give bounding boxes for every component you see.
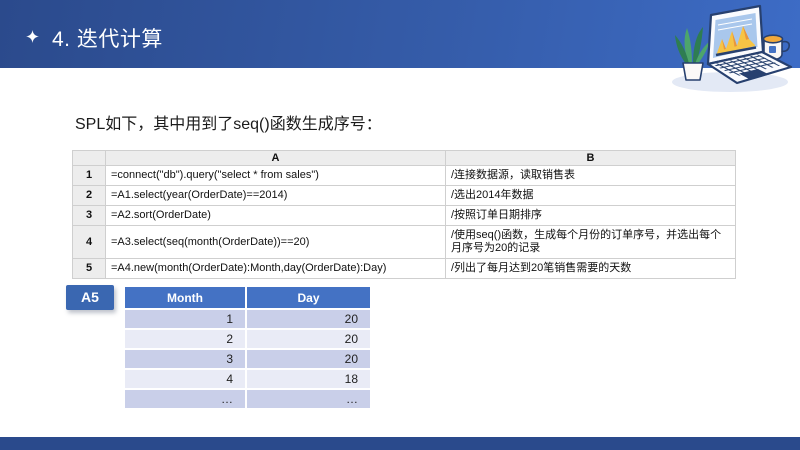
intro-text: SPL如下，其中用到了seq()函数生成序号： (75, 116, 382, 133)
spl-code-cell: =A2.sort(OrderDate) (105, 205, 446, 226)
plant-icon (675, 27, 710, 81)
day-cell: 20 (245, 328, 372, 350)
result-row: 2 20 (123, 328, 372, 350)
a5-result-table: Month Day 1 20 2 20 3 20 4 18 … … (123, 285, 372, 410)
comment-cell: /列出了每月达到20笔销售需要的天数 (445, 258, 736, 279)
result-row: … … (123, 388, 372, 410)
month-cell: 1 (123, 308, 247, 330)
spl-code-cell: =A1.select(year(OrderDate)==2014) (105, 185, 446, 206)
comment-cell: /连接数据源，读取销售表 (445, 165, 736, 186)
month-cell: 3 (123, 348, 247, 370)
spl-code-cell: =connect("db").query("select * from sale… (105, 165, 446, 186)
month-cell: … (123, 388, 247, 410)
day-cell: 20 (245, 348, 372, 370)
row-number: 3 (72, 205, 106, 226)
day-cell: 18 (245, 368, 372, 390)
code-table-row: 5 =A4.new(month(OrderDate):Month,day(Ord… (72, 258, 736, 279)
page-title: 4. 迭代计算 (52, 28, 163, 51)
code-table-header-row: A B (72, 150, 736, 166)
month-cell: 4 (123, 368, 247, 390)
day-cell: … (245, 388, 372, 410)
result-header-day: Day (245, 285, 372, 310)
result-header-row: Month Day (123, 285, 372, 310)
code-table-row: 1 =connect("db").query("select * from sa… (72, 165, 736, 186)
corner-cell (72, 150, 106, 166)
code-table-row: 2 =A1.select(year(OrderDate)==2014) /选出2… (72, 185, 736, 206)
result-row: 4 18 (123, 368, 372, 390)
month-cell: 2 (123, 328, 247, 350)
row-number: 2 (72, 185, 106, 206)
row-number: 1 (72, 165, 106, 186)
column-header-b: B (445, 150, 736, 166)
spl-code-cell: =A4.new(month(OrderDate):Month,day(Order… (105, 258, 446, 279)
result-row: 3 20 (123, 348, 372, 370)
laptop-illustration (672, 4, 793, 92)
result-row: 1 20 (123, 308, 372, 330)
comment-cell: /使用seq()函数，生成每个月份的订单序号，并选出每个月序号为20的记录 (445, 225, 736, 259)
row-number: 4 (72, 225, 106, 259)
sparkle-icon (26, 30, 39, 43)
column-header-a: A (105, 150, 446, 166)
code-table-row: 4 =A3.select(seq(month(OrderDate))==20) … (72, 225, 736, 259)
spl-code-table: A B 1 =connect("db").query("select * fro… (72, 150, 736, 279)
comment-cell: /按照订单日期排序 (445, 205, 736, 226)
a5-cell-label: A5 (66, 285, 114, 310)
code-table-row: 3 =A2.sort(OrderDate) /按照订单日期排序 (72, 205, 736, 226)
comment-cell: /选出2014年数据 (445, 185, 736, 206)
spl-code-cell: =A3.select(seq(month(OrderDate))==20) (105, 225, 446, 259)
row-number: 5 (72, 258, 106, 279)
result-header-month: Month (123, 285, 247, 310)
day-cell: 20 (245, 308, 372, 330)
footer-bar (0, 437, 800, 450)
